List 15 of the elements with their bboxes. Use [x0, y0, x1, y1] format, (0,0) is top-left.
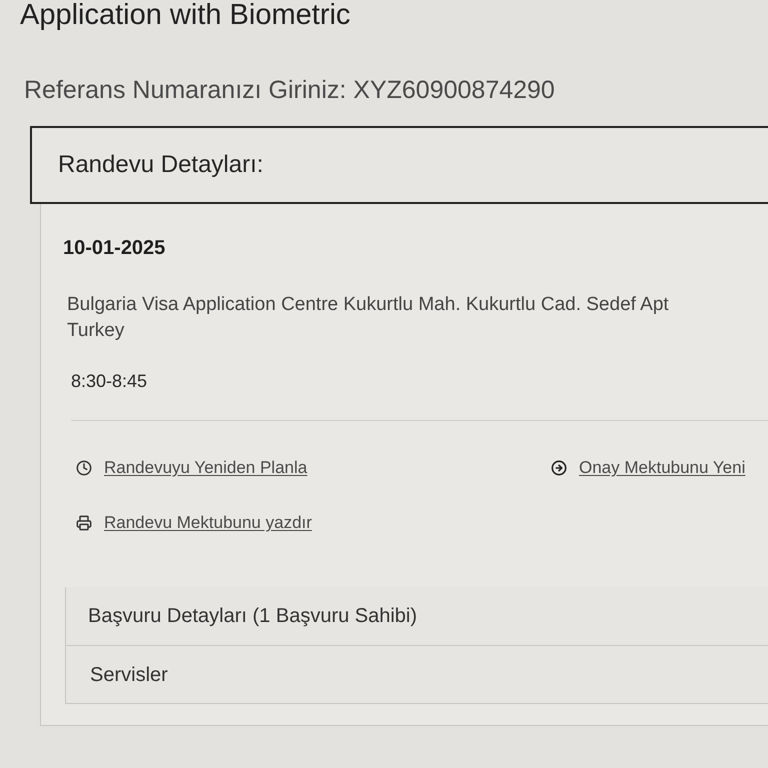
reference-number-text: Referans Numaranızı Giriniz: XYZ60900874290 — [24, 75, 555, 106]
action-link[interactable]: Randevuyu Yeniden Planla — [104, 457, 308, 479]
appointment-heading: Randevu Detayları: — [58, 150, 264, 180]
section-header[interactable]: Servisler — [90, 662, 168, 688]
printer-icon — [76, 515, 92, 531]
appointment-date: 10-01-2025 — [63, 236, 166, 261]
action-link[interactable]: Onay Mektubunu Yeni — [579, 457, 746, 479]
action-link[interactable]: Randevu Mektubunu yazdır — [104, 512, 312, 534]
address-line: Bulgaria Visa Application Centre Kukurtlu Mah. Kukurtlu Cad. Sedef Apt — [67, 293, 669, 317]
section-header[interactable]: Başvuru Detayları (1 Başvuru Sahibi) — [88, 603, 418, 629]
clock-icon — [76, 460, 92, 476]
arrow-right-circle-icon — [551, 460, 567, 476]
appointment-time: 8:30-8:45 — [71, 370, 148, 393]
address-line: Turkey — [67, 319, 124, 343]
page-title: Application with Biometric — [20, 0, 350, 32]
